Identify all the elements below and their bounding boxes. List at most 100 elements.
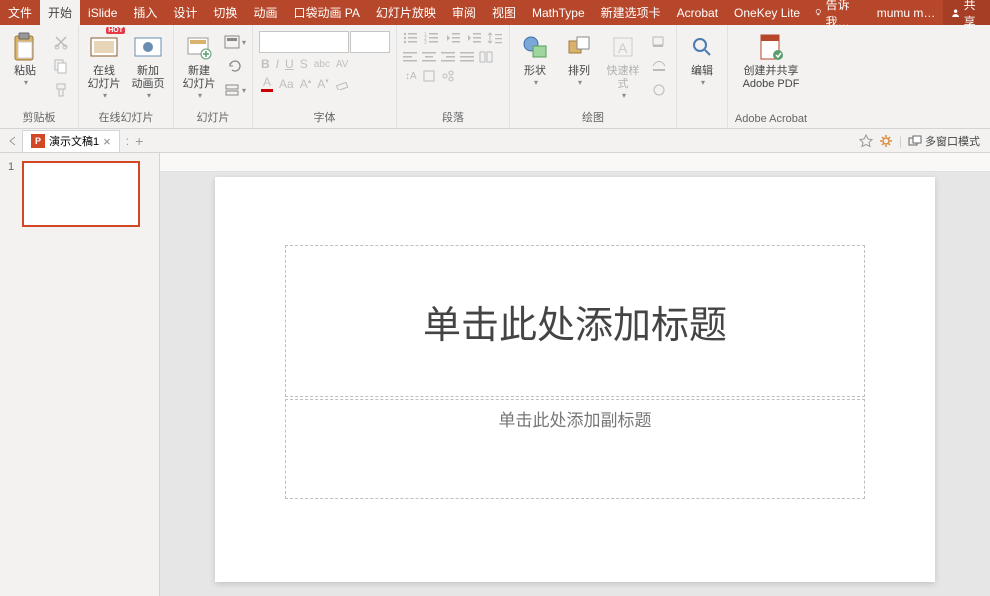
slide-thumbnail-1[interactable]: 1: [8, 161, 151, 227]
underline-button[interactable]: U: [285, 57, 294, 71]
close-tab-button[interactable]: ×: [103, 135, 111, 148]
arrange-button[interactable]: 排列 ▾: [558, 29, 600, 89]
eraser-icon: [335, 78, 349, 90]
align-right-icon[interactable]: [441, 51, 455, 63]
menu-slideshow[interactable]: 幻灯片放映: [368, 0, 444, 25]
shape-outline-button[interactable]: [648, 55, 670, 77]
decrease-indent-icon[interactable]: [445, 31, 461, 45]
copy-icon: [53, 58, 69, 74]
layout-button[interactable]: ▾: [224, 31, 246, 53]
increase-indent-icon[interactable]: [466, 31, 482, 45]
thumbnail-preview: [22, 161, 140, 227]
menu-pocket-anim[interactable]: 口袋动画 PA: [285, 0, 367, 25]
cut-icon: [53, 34, 69, 50]
shadow-button[interactable]: abc: [314, 59, 330, 70]
italic-button[interactable]: I: [276, 57, 279, 71]
menu-home[interactable]: 开始: [40, 0, 80, 25]
search-icon: [691, 36, 713, 58]
subtitle-placeholder[interactable]: 单击此处添加副标题: [285, 399, 865, 499]
edit-button[interactable]: 编辑 ▾: [681, 29, 723, 89]
font-size-combo[interactable]: [350, 31, 390, 53]
align-left-icon[interactable]: [403, 51, 417, 63]
menu-insert[interactable]: 插入: [125, 0, 165, 25]
menu-newtab[interactable]: 新建选项卡: [593, 0, 669, 25]
shapes-icon: [522, 35, 548, 59]
windows-icon: [908, 135, 922, 147]
ribbon-group-font: B I U S abc AV A Aa A▴ A▾ 字体: [253, 25, 397, 128]
ribbon-group-slides: 新建 幻灯片 ▾ ▾ ▾ 幻灯片: [174, 25, 253, 128]
outline-icon: [651, 59, 667, 73]
menu-transitions[interactable]: 切换: [205, 0, 245, 25]
new-anim-page-button[interactable]: 新加 动画页 ▾: [127, 29, 169, 102]
change-case-button[interactable]: Aa: [279, 77, 294, 91]
align-text-icon[interactable]: [422, 69, 436, 83]
bullets-icon[interactable]: [403, 31, 419, 45]
menu-view[interactable]: 视图: [484, 0, 524, 25]
columns-icon[interactable]: [479, 51, 493, 63]
reset-button[interactable]: [224, 55, 246, 77]
cut-button[interactable]: [50, 31, 72, 53]
spacing-button[interactable]: AV: [336, 59, 349, 70]
ribbon-group-editing: 编辑 ▾: [677, 25, 728, 128]
brush-icon: [53, 82, 69, 98]
line-spacing-icon[interactable]: [487, 31, 503, 45]
document-tab-bar: P 演示文稿1 × : + | 多窗口模式: [0, 129, 990, 153]
format-painter-button[interactable]: [50, 79, 72, 101]
slide-editor[interactable]: 单击此处添加标题 单击此处添加副标题: [160, 153, 990, 596]
document-tab[interactable]: P 演示文稿1 ×: [22, 130, 120, 152]
menu-review[interactable]: 审阅: [444, 0, 484, 25]
new-tab-button[interactable]: +: [135, 133, 143, 149]
paste-icon: [12, 32, 38, 62]
document-name: 演示文稿1: [49, 133, 99, 149]
copy-button[interactable]: [50, 55, 72, 77]
justify-icon[interactable]: [460, 51, 474, 63]
shape-effects-button[interactable]: [648, 79, 670, 101]
menu-acrobat[interactable]: Acrobat: [669, 0, 726, 25]
svg-text:A: A: [618, 40, 628, 56]
clear-format-button[interactable]: [335, 78, 349, 90]
strike-button[interactable]: S: [300, 57, 308, 71]
numbering-icon[interactable]: 123: [424, 31, 440, 45]
lightbulb-icon: [814, 7, 823, 18]
pdf-icon: [759, 33, 783, 61]
layout-icon: [224, 35, 240, 49]
quick-styles-button[interactable]: A 快速样式 ▾: [602, 29, 644, 102]
main-area: 1 单击此处添加标题 单击此处添加副标题: [0, 153, 990, 596]
slide-canvas[interactable]: 单击此处添加标题 单击此处添加副标题: [215, 177, 935, 582]
menu-onekey[interactable]: OneKey Lite: [726, 0, 808, 25]
menu-mathtype[interactable]: MathType: [524, 0, 593, 25]
menu-design[interactable]: 设计: [165, 0, 205, 25]
share-button[interactable]: 共享: [943, 0, 990, 25]
menu-file[interactable]: 文件: [0, 0, 40, 25]
svg-text:↕A: ↕A: [405, 71, 417, 82]
tell-me-search[interactable]: 告诉我…: [808, 0, 869, 25]
align-center-icon[interactable]: [422, 51, 436, 63]
text-direction-icon[interactable]: ↕A: [403, 69, 417, 83]
shape-fill-button[interactable]: [648, 31, 670, 53]
gear-icon[interactable]: [879, 134, 893, 148]
star-icon[interactable]: [859, 134, 873, 148]
menu-islide[interactable]: iSlide: [80, 0, 125, 25]
nav-left-icon[interactable]: [8, 136, 18, 146]
create-pdf-button[interactable]: 创建并共享 Adobe PDF: [732, 29, 810, 93]
increase-font-button[interactable]: A▴: [300, 77, 312, 91]
ribbon-group-clipboard: 粘贴 ▾ 剪贴板: [0, 25, 79, 128]
font-name-combo[interactable]: [259, 31, 349, 53]
smartart-icon[interactable]: [441, 69, 455, 83]
decrease-font-button[interactable]: A▾: [317, 77, 329, 91]
font-color-button[interactable]: A: [261, 75, 273, 92]
section-button[interactable]: ▾: [224, 79, 246, 101]
thumbnail-panel: 1: [0, 153, 160, 596]
bold-button[interactable]: B: [261, 57, 270, 71]
shapes-button[interactable]: 形状 ▾: [514, 29, 556, 89]
paste-button[interactable]: 粘贴 ▾: [4, 29, 46, 89]
tab-colon: :: [126, 134, 129, 148]
svg-text:3: 3: [424, 40, 427, 45]
online-slides-button[interactable]: HOT 在线 幻灯片 ▾: [83, 29, 125, 102]
multi-window-mode[interactable]: 多窗口模式: [908, 133, 980, 149]
menu-animations[interactable]: 动画: [245, 0, 285, 25]
new-slide-button[interactable]: 新建 幻灯片 ▾: [178, 29, 220, 102]
new-slide-icon: [186, 34, 212, 60]
title-placeholder[interactable]: 单击此处添加标题: [285, 245, 865, 397]
user-name[interactable]: mumu m…: [869, 0, 944, 25]
